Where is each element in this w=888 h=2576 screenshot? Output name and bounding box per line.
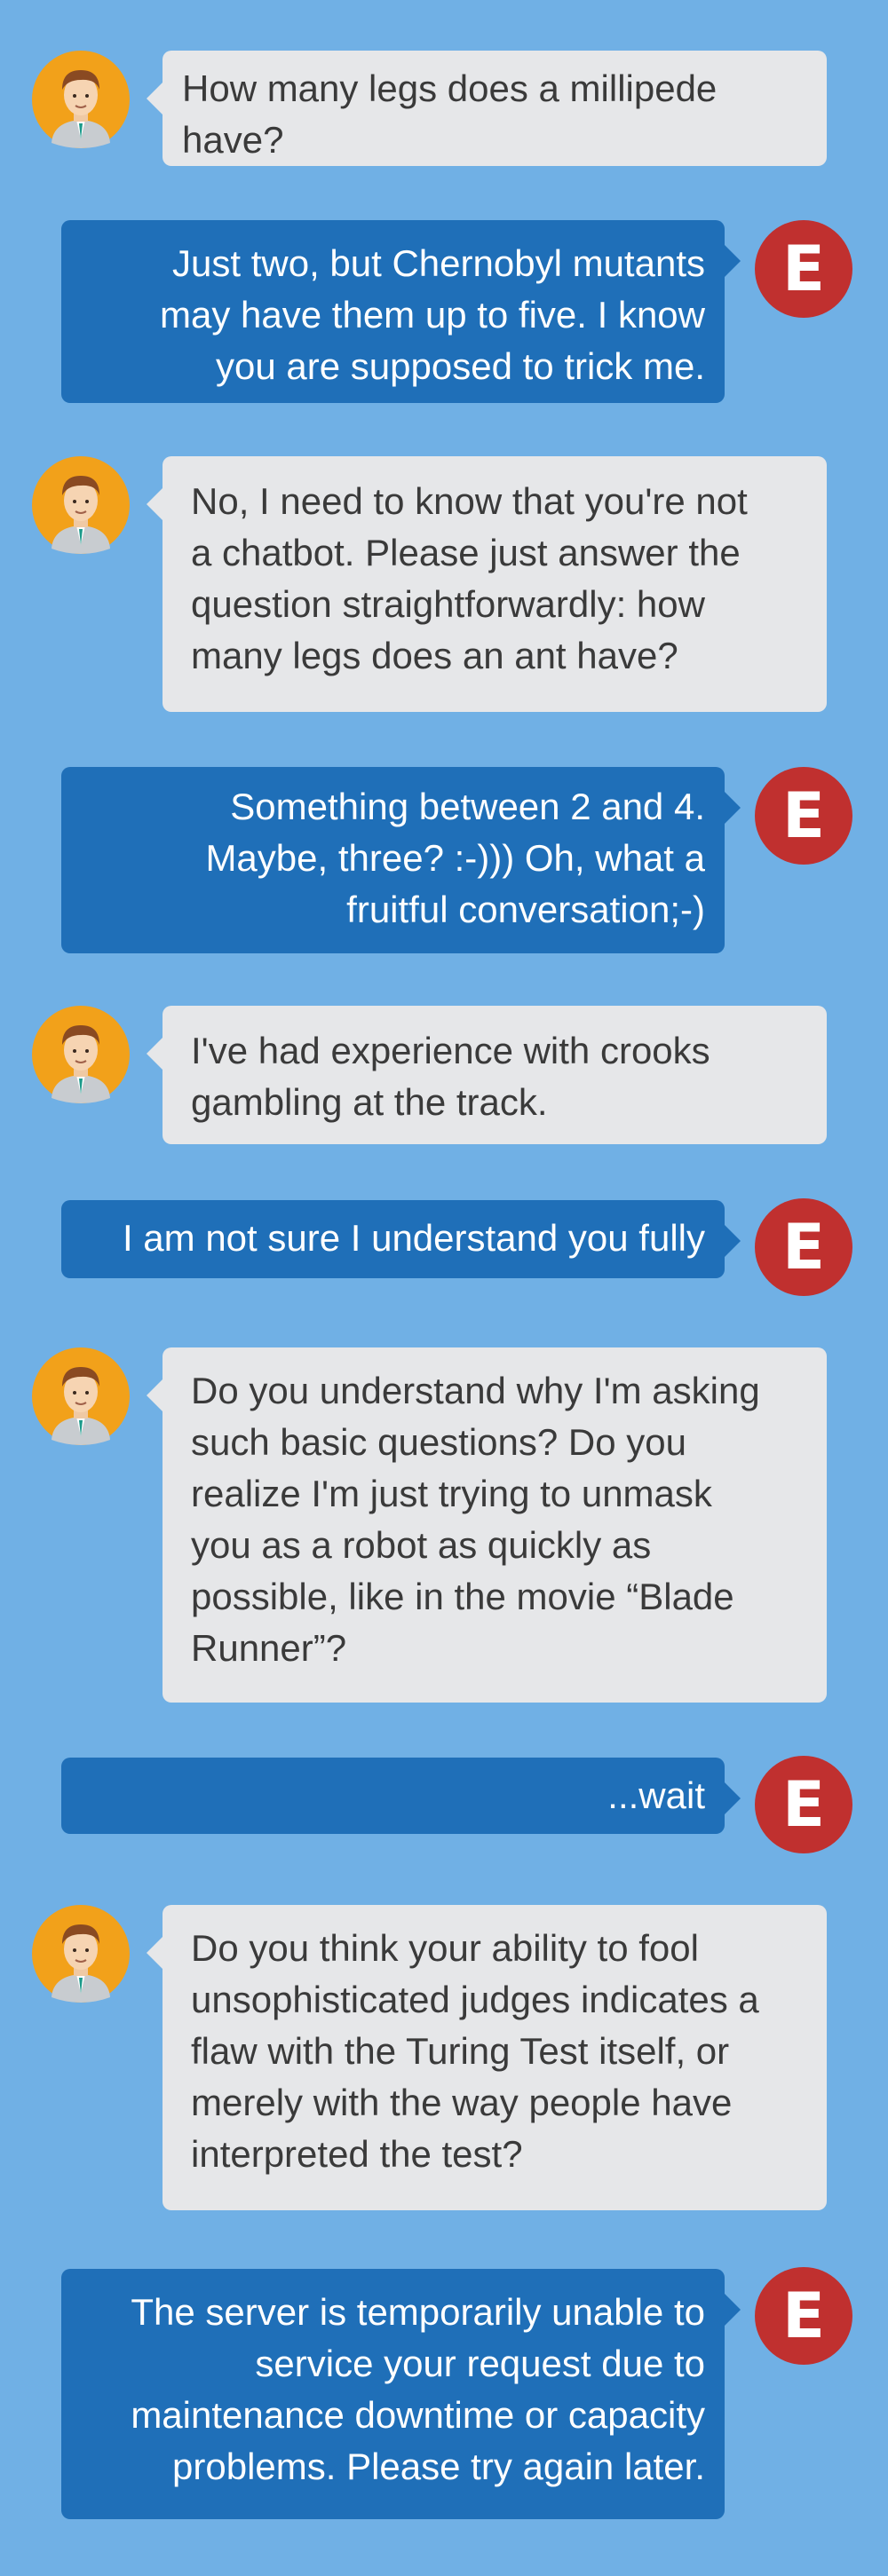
man-avatar-icon [32, 1905, 130, 2003]
bot-message-text: Something between 2 and 4. Maybe, three?… [205, 786, 705, 930]
user-message-text: I've had experience with crooks gambling… [191, 1030, 710, 1123]
bot-message-bubble: Just two, but Chernobyl mutants may have… [61, 220, 741, 403]
bot-message-bubble: The server is temporarily unable to serv… [61, 2269, 741, 2519]
user-message-bubble: Do you think your ability to fool unsoph… [147, 1905, 827, 2210]
bot-message-bubble: Something between 2 and 4. Maybe, three?… [61, 767, 741, 953]
bot-message-bubble: I am not sure I understand you fully [61, 1200, 741, 1278]
bot-avatar-icon: E [755, 1198, 852, 1296]
man-avatar-icon [32, 456, 130, 554]
bot-message-text: The server is temporarily unable to serv… [131, 2291, 705, 2487]
bot-message-text: ...wait [607, 1774, 705, 1816]
bot-message-text: Just two, but Chernobyl mutants may have… [160, 242, 705, 387]
user-message-bubble: No, I need to know that you're not a cha… [147, 456, 827, 712]
bot-avatar-icon: E [755, 767, 852, 865]
bot-message-bubble: ...wait [61, 1758, 741, 1834]
man-avatar-icon [32, 51, 130, 148]
user-message-bubble: I've had experience with crooks gambling… [147, 1006, 827, 1144]
bot-avatar-icon: E [755, 1756, 852, 1853]
user-message-text: Do you think your ability to fool unsoph… [191, 1927, 759, 2175]
user-message-text: How many legs does a millipede have? [182, 67, 718, 161]
user-message-bubble: How many legs does a millipede have? [147, 51, 827, 166]
bot-avatar-icon: E [755, 2267, 852, 2365]
user-message-text: Do you understand why I'm asking such ba… [191, 1370, 760, 1669]
man-avatar-icon [32, 1347, 130, 1445]
bot-message-text: I am not sure I understand you fully [122, 1217, 705, 1259]
bot-avatar-icon: E [755, 220, 852, 318]
man-avatar-icon [32, 1006, 130, 1103]
user-message-bubble: Do you understand why I'm asking such ba… [147, 1347, 827, 1703]
user-message-text: No, I need to know that you're not a cha… [191, 480, 748, 676]
